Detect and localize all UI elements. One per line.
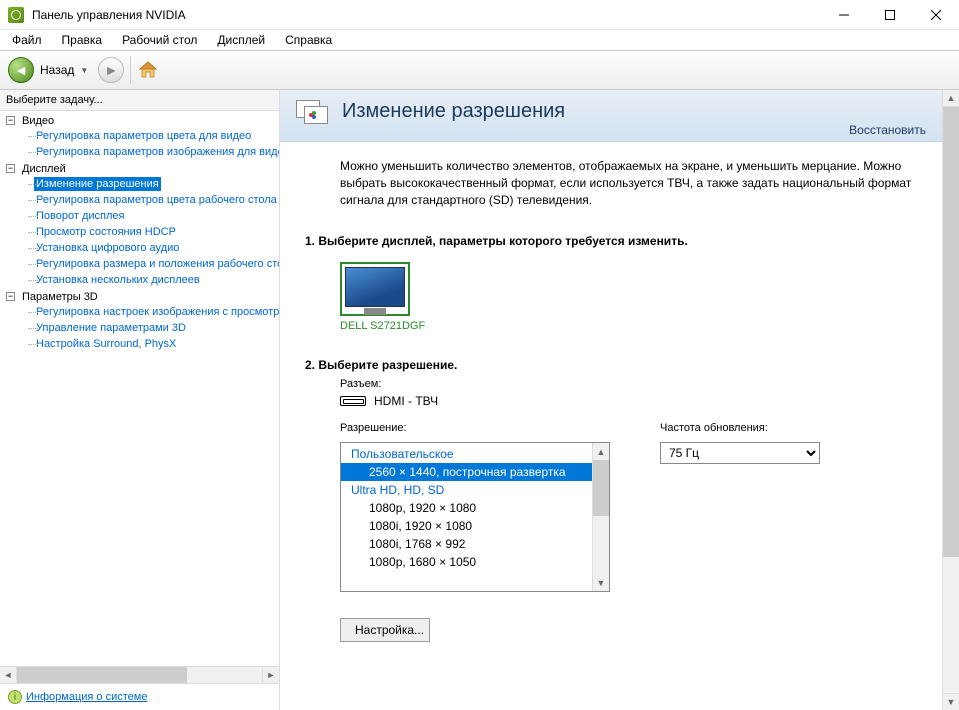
scroll-thumb[interactable] (593, 460, 609, 516)
display-thumbnail[interactable] (340, 262, 410, 316)
resolution-label: Разрешение: (340, 422, 610, 434)
main-scroll-up[interactable]: ▲ (943, 90, 959, 107)
nvidia-app-icon (8, 7, 24, 23)
resolution-header-icon (296, 100, 332, 132)
res-item[interactable]: 1080i, 1920 × 1080 (341, 517, 592, 535)
connector-label: Разъем: (340, 378, 926, 390)
tree-item-3d-preview[interactable]: Регулировка настроек изображения с просм… (34, 305, 279, 319)
tree-item-resolution[interactable]: Изменение разрешения (34, 177, 161, 191)
tree-item-multi-display[interactable]: Установка нескольких дисплеев (34, 273, 202, 287)
tree-item-video-image[interactable]: Регулировка параметров изображения для в… (34, 145, 279, 159)
tree-cat-display[interactable]: Дисплей (20, 162, 68, 176)
tree-toggle-3d[interactable]: − (6, 292, 15, 301)
main-scroll-thumb[interactable] (943, 107, 959, 557)
res-item[interactable]: 1080p, 1920 × 1080 (341, 499, 592, 517)
resolution-listbox[interactable]: Пользовательское 2560 × 1440, построчная… (340, 442, 610, 592)
tree-item-3d-manage[interactable]: Управление параметрами 3D (34, 321, 188, 335)
menu-edit[interactable]: Правка (54, 31, 111, 49)
minimize-button[interactable] (821, 0, 867, 30)
scroll-down-arrow[interactable]: ▼ (593, 574, 609, 591)
menubar: Файл Правка Рабочий стол Дисплей Справка (0, 30, 959, 50)
section-2-label: 2. Выберите разрешение. (305, 358, 926, 372)
tree-cat-3d[interactable]: Параметры 3D (20, 290, 100, 304)
hscroll-thumb[interactable] (17, 667, 187, 683)
res-category-custom: Пользовательское (341, 445, 592, 463)
connector-value: HDMI - ТВЧ (374, 394, 438, 408)
reslist-scrollbar[interactable]: ▲ ▼ (592, 443, 609, 591)
configure-button[interactable]: Настройка... (340, 618, 430, 642)
page-header: Изменение разрешения Восстановить (280, 90, 942, 142)
close-button[interactable] (913, 0, 959, 30)
menu-display[interactable]: Дисплей (209, 31, 273, 49)
tree-toggle-display[interactable]: − (6, 164, 15, 173)
tree-item-surround-physx[interactable]: Настройка Surround, PhysX (34, 337, 178, 351)
main-vscrollbar[interactable]: ▲ ▼ (942, 90, 959, 710)
refresh-label: Частота обновления: (660, 422, 820, 434)
hdmi-icon (340, 396, 366, 406)
hscroll-left-arrow[interactable]: ◄ (0, 667, 17, 683)
back-dropdown[interactable]: ▼ (80, 66, 88, 75)
tree-item-video-color[interactable]: Регулировка параметров цвета для видео (34, 129, 253, 143)
task-tree: − Видео Регулировка параметров цвета для… (0, 111, 279, 666)
tree-item-desktop-color[interactable]: Регулировка параметров цвета рабочего ст… (34, 193, 279, 207)
home-button[interactable] (137, 59, 159, 81)
section-1-label: 1. Выберите дисплей, параметры которого … (305, 234, 926, 248)
maximize-button[interactable] (867, 0, 913, 30)
forward-button[interactable]: ► (98, 57, 124, 83)
tree-item-hdcp[interactable]: Просмотр состояния HDCP (34, 225, 178, 239)
arrow-left-icon: ◄ (14, 63, 28, 77)
hscroll-right-arrow[interactable]: ► (262, 667, 279, 683)
separator (130, 56, 131, 84)
back-button[interactable]: ◄ (8, 57, 34, 83)
tree-item-size-position[interactable]: Регулировка размера и положения рабочего… (34, 257, 279, 271)
left-hscrollbar[interactable]: ◄ ► (0, 666, 279, 683)
tree-item-rotate[interactable]: Поворот дисплея (34, 209, 126, 223)
tree-cat-video[interactable]: Видео (20, 114, 56, 128)
info-icon: i (8, 690, 22, 704)
toolbar: ◄ Назад ▼ ► (0, 50, 959, 90)
menu-help[interactable]: Справка (277, 31, 340, 49)
scroll-up-arrow[interactable]: ▲ (593, 443, 609, 460)
window-title: Панель управления NVIDIA (32, 8, 186, 22)
refresh-rate-select[interactable]: 75 Гц (660, 442, 820, 464)
menu-file[interactable]: Файл (4, 31, 50, 49)
back-label: Назад (40, 63, 74, 77)
monitor-icon (345, 267, 405, 307)
task-header: Выберите задачу... (0, 90, 279, 111)
page-description: Можно уменьшить количество элементов, от… (340, 158, 926, 208)
left-panel: Выберите задачу... − Видео Регулировка п… (0, 90, 280, 710)
home-icon (137, 59, 159, 81)
system-info-link[interactable]: Информация о системе (26, 691, 147, 703)
display-name-label[interactable]: DELL S2721DGF (340, 320, 425, 332)
main-scroll-down[interactable]: ▼ (943, 693, 959, 710)
res-category-hd: Ultra HD, HD, SD (341, 481, 592, 499)
tree-toggle-video[interactable]: − (6, 116, 15, 125)
tree-item-digital-audio[interactable]: Установка цифрового аудио (34, 241, 181, 255)
arrow-right-icon: ► (104, 63, 118, 77)
res-item-selected[interactable]: 2560 × 1440, построчная развертка (341, 463, 592, 481)
page-title: Изменение разрешения (342, 100, 565, 123)
res-item[interactable]: 1080p, 1680 × 1050 (341, 553, 592, 571)
restore-link[interactable]: Восстановить (849, 123, 926, 137)
right-panel: Изменение разрешения Восстановить Можно … (280, 90, 959, 710)
res-item[interactable]: 1080i, 1768 × 992 (341, 535, 592, 553)
menu-desktop[interactable]: Рабочий стол (114, 31, 205, 49)
titlebar: Панель управления NVIDIA (0, 0, 959, 30)
